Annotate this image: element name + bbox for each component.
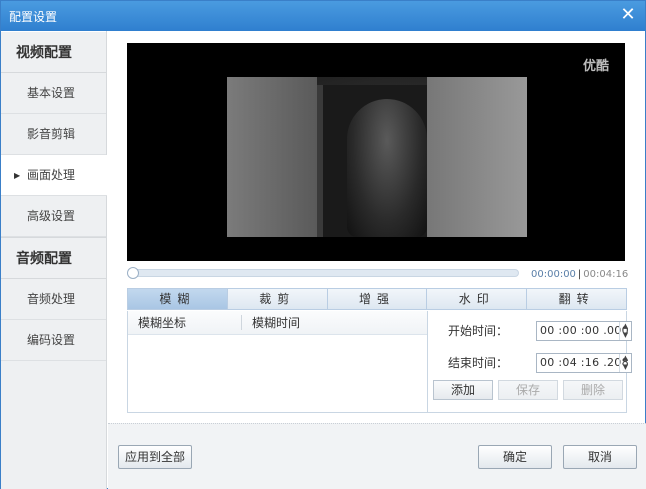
ok-button[interactable]: 确定 [478,445,552,469]
spinner-arrows-icon[interactable]: ▲ ▼ [619,322,631,340]
time-panel: 开始时间： 00 :00 :00 .000 ▲ ▼ 结束时间： 00 :04 :1… [428,311,632,413]
seek-bar[interactable] [127,267,519,279]
start-time-label: 开始时间： [448,324,509,338]
end-time-value[interactable]: 00 :04 :16 .208 [540,356,629,369]
start-time-spinner[interactable]: 00 :00 :00 .000 ▲ ▼ [536,321,632,341]
tab-crop[interactable]: 裁剪 [227,289,328,309]
end-time-row: 结束时间： 00 :04 :16 .208 ▲ ▼ [448,353,632,373]
dialog-footer: 应用到全部 确定 取消 [108,423,646,489]
blur-list-header: 模糊坐标 模糊时间 [128,311,427,335]
sidebar-item-label: 基本设置 [27,86,76,100]
video-preview[interactable]: 优酷 [127,43,625,261]
effect-tabs: 模糊 裁剪 增强 水印 翻转 [127,288,627,310]
column-blur-coords: 模糊坐标 [128,315,242,330]
current-time: 00:00:00 [531,269,576,280]
dialog-title: 配置设置 [9,10,58,24]
sidebar-header-video: 视频配置 [1,31,106,73]
watermark-logo: 优酷 [582,59,609,74]
time-readout: 00:00:00 | 00:04:16 [531,269,628,280]
seek-handle[interactable] [127,267,139,279]
tab-blur[interactable]: 模糊 [128,289,228,309]
sidebar-item-picture[interactable]: ▶ 画面处理 [1,155,107,196]
delete-button[interactable]: 删除 [563,380,623,400]
sidebar-item-audio[interactable]: 音频处理 [1,279,106,320]
sidebar-item-encoding[interactable]: 编码设置 [1,320,106,361]
video-frame [227,77,527,237]
spinner-arrows-icon[interactable]: ▲ ▼ [619,354,631,372]
tab-enhance[interactable]: 增强 [327,289,428,309]
sidebar-header-audio: 音频配置 [1,237,106,279]
end-time-label: 结束时间： [448,356,509,370]
config-dialog: 配置设置 ✕ 视频配置 基本设置 影音剪辑 ▶ 画面处理 高级设置 音频配置 音频… [0,0,646,489]
sidebar: 视频配置 基本设置 影音剪辑 ▶ 画面处理 高级设置 音频配置 音频处理 编码设置 [1,31,107,489]
add-button[interactable]: 添加 [433,380,493,400]
sidebar-item-advanced[interactable]: 高级设置 [1,196,106,237]
sidebar-item-label: 音频处理 [27,292,76,306]
total-time: 00:04:16 [583,269,629,280]
save-button[interactable]: 保存 [498,380,558,400]
sidebar-item-edit[interactable]: 影音剪辑 [1,114,106,155]
video-scene-wall [227,77,317,237]
sidebar-item-label: 编码设置 [27,333,76,347]
sidebar-item-label: 高级设置 [27,209,76,223]
column-blur-time: 模糊时间 [252,316,301,330]
video-scene-figure [347,99,427,237]
title-bar: 配置设置 ✕ [1,1,645,31]
sidebar-item-basic[interactable]: 基本设置 [1,73,106,114]
tab-watermark[interactable]: 水印 [427,289,528,309]
blur-list[interactable]: 模糊坐标 模糊时间 [127,311,428,413]
sidebar-item-label: 画面处理 [27,168,76,182]
close-icon[interactable]: ✕ [617,4,639,26]
start-time-value[interactable]: 00 :00 :00 .000 [540,324,629,337]
video-scene-right-wall [427,77,527,237]
apply-all-button[interactable]: 应用到全部 [118,445,192,469]
end-time-spinner[interactable]: 00 :04 :16 .208 ▲ ▼ [536,353,632,373]
caret-right-icon: ▶ [14,171,21,180]
cancel-button[interactable]: 取消 [563,445,637,469]
sidebar-item-label: 影音剪辑 [27,127,76,141]
tab-flip[interactable]: 翻转 [527,289,626,309]
start-time-row: 开始时间： 00 :00 :00 .000 ▲ ▼ [448,321,632,341]
